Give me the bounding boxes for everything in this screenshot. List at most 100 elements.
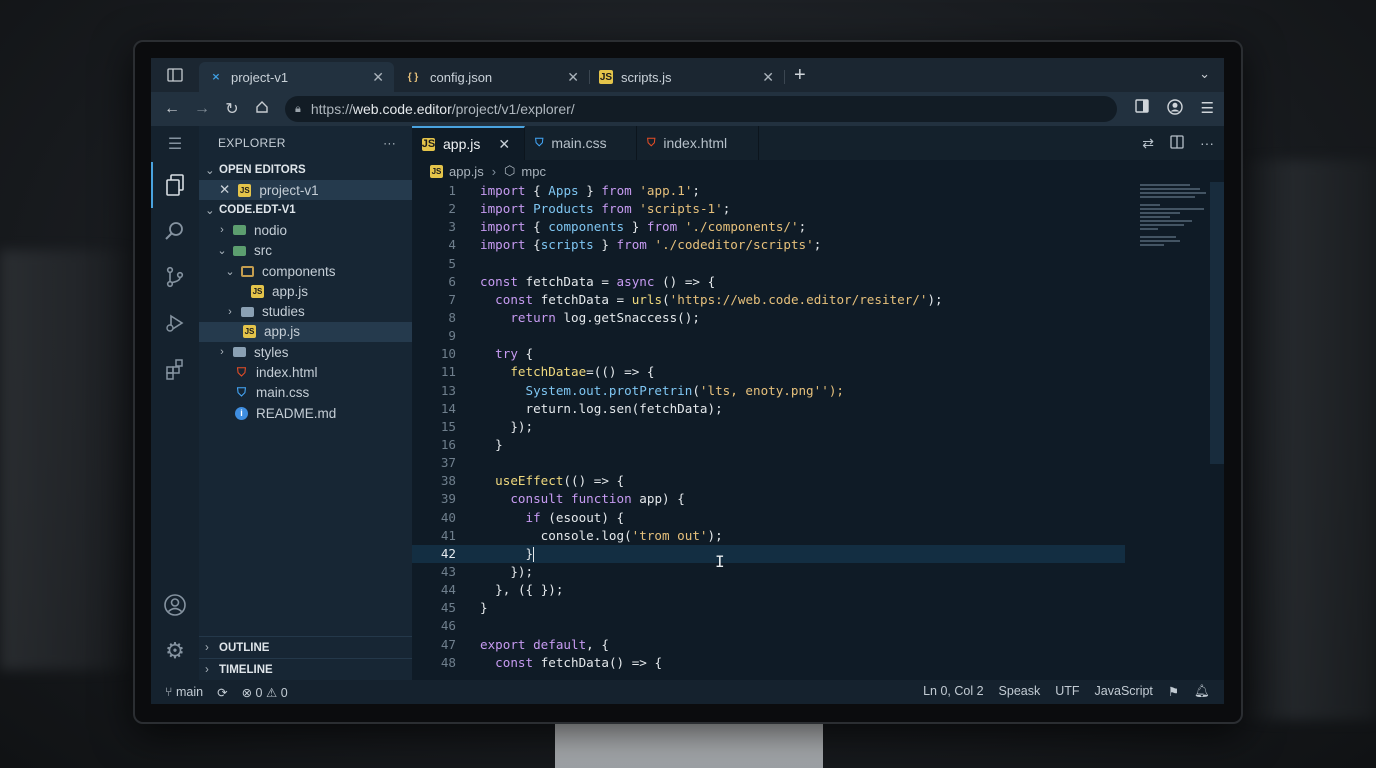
close-icon[interactable]: ✕ bbox=[498, 136, 510, 153]
tree-item-studies[interactable]: › studies bbox=[199, 301, 412, 321]
browser-tab-scripts[interactable]: JS scripts.js ✕ bbox=[589, 62, 785, 92]
code-line[interactable]: 48 const fetchData() => { bbox=[412, 654, 1224, 672]
activity-bar: ☰ ⚙ bbox=[151, 126, 199, 680]
code-line[interactable]: 38 useEffect(() => { bbox=[412, 472, 1224, 490]
code-line[interactable]: 40 if (esoout) { bbox=[412, 509, 1224, 527]
url-host: web.code.editor bbox=[352, 101, 452, 117]
code-line[interactable]: 7 const fetchData = urls('https://web.co… bbox=[412, 291, 1224, 309]
code-line[interactable]: 15 }); bbox=[412, 418, 1224, 436]
language-mode[interactable]: JavaScript bbox=[1095, 684, 1153, 699]
close-tab-icon[interactable]: ✕ bbox=[762, 69, 774, 86]
folder-icon bbox=[241, 306, 254, 317]
code-line[interactable]: 16 } bbox=[412, 436, 1224, 454]
outline-section[interactable]: › OUTLINE bbox=[199, 636, 412, 658]
tree-item-src[interactable]: ⌄ src bbox=[199, 241, 412, 261]
breadcrumb-file[interactable]: app.js bbox=[449, 164, 484, 179]
code-line[interactable]: 14 return.log.sen(fetchData); bbox=[412, 400, 1224, 418]
warning-icon: ⚠ bbox=[265, 685, 278, 700]
code-line[interactable]: 1 import { Apps } from 'app.1'; bbox=[412, 182, 1224, 200]
close-tab-icon[interactable]: ✕ bbox=[567, 69, 579, 86]
close-tab-icon[interactable]: ✕ bbox=[372, 69, 384, 86]
forward-arrow-icon[interactable]: → bbox=[187, 100, 217, 118]
line-number: 39 bbox=[440, 491, 456, 507]
compare-changes-icon[interactable]: ⇄ bbox=[1142, 135, 1154, 152]
split-editor-icon[interactable] bbox=[1170, 135, 1184, 152]
explorer-files-icon[interactable] bbox=[151, 162, 199, 208]
home-icon[interactable] bbox=[247, 100, 277, 119]
editor-tab-app-js[interactable]: JS app.js ✕ bbox=[412, 126, 526, 160]
cursor-position[interactable]: Ln 0, Col 2 bbox=[923, 684, 983, 699]
open-editors-section[interactable]: ⌄ OPEN EDITORS bbox=[199, 160, 412, 180]
tree-item-main-css[interactable]: ⛉ main.css bbox=[199, 383, 412, 403]
chevron-down-icon[interactable]: ⌄ bbox=[1199, 66, 1210, 82]
open-editor-item[interactable]: ✕ JS project-v1 bbox=[199, 180, 412, 201]
extensions-icon[interactable] bbox=[151, 346, 199, 392]
account-icon[interactable] bbox=[151, 582, 199, 628]
tree-item-readme[interactable]: i README.md bbox=[199, 403, 412, 423]
source-control-icon[interactable] bbox=[151, 254, 199, 300]
code-line[interactable]: 42 } bbox=[412, 544, 1125, 563]
code-line[interactable]: 4 import {scripts } from './codeditor/scr… bbox=[412, 236, 1224, 254]
code-line[interactable]: 39 consult function app) { bbox=[412, 490, 1224, 508]
breadcrumb-symbol[interactable]: mpc bbox=[521, 164, 546, 179]
code-line[interactable]: 41 console.log('trom out'); bbox=[412, 527, 1224, 545]
url-field[interactable]: 🔒︎ https://web.code.editor/project/v1/ex… bbox=[285, 96, 1117, 122]
close-icon[interactable]: ✕ bbox=[219, 182, 230, 198]
code-line[interactable]: 37 bbox=[412, 454, 1224, 472]
code-line[interactable]: 45} bbox=[412, 599, 1224, 617]
code-line[interactable]: 3 import { components } from './component… bbox=[412, 218, 1224, 236]
code-line[interactable]: 6 const fetchData = async () => { bbox=[412, 273, 1224, 291]
code-line[interactable]: 10 try { bbox=[412, 345, 1224, 363]
minimap[interactable] bbox=[1140, 182, 1210, 272]
tree-item-app-js[interactable]: JS app.js bbox=[199, 281, 412, 301]
feedback-icon[interactable]: ⚑ bbox=[1168, 684, 1179, 699]
search-icon[interactable] bbox=[151, 208, 199, 254]
menu-icon[interactable]: ☰ bbox=[1201, 99, 1214, 119]
problems-item[interactable]: ⊗ 0 ⚠ 0 bbox=[242, 685, 288, 700]
background-blur-left bbox=[0, 250, 140, 670]
code-line[interactable]: 5 bbox=[412, 255, 1224, 273]
tree-item-app-js-selected[interactable]: JS app.js bbox=[199, 321, 412, 343]
code-line[interactable]: 2 import Products from 'scripts-1'; bbox=[412, 200, 1224, 218]
back-arrow-icon[interactable]: ← bbox=[157, 100, 187, 118]
account-icon[interactable] bbox=[1166, 99, 1183, 119]
project-root-section[interactable]: ⌄ CODE.EDT-V1 bbox=[199, 200, 412, 220]
indentation[interactable]: Speask bbox=[999, 684, 1041, 699]
browser-tab-config[interactable]: { } config.json ✕ bbox=[394, 62, 590, 92]
reload-icon[interactable]: ↻ bbox=[217, 99, 247, 119]
tree-item-styles[interactable]: › styles bbox=[199, 342, 412, 362]
hamburger-menu-icon[interactable]: ☰ bbox=[151, 126, 199, 162]
code-line[interactable]: 44 }, ({ }); bbox=[412, 581, 1224, 599]
code-line[interactable]: 13 System.out.protPretrin('lts, enoty.pn… bbox=[412, 382, 1224, 400]
code-line[interactable]: 47 export default, { bbox=[412, 636, 1224, 654]
tree-item-nodio[interactable]: › nodio bbox=[199, 220, 412, 240]
encoding[interactable]: UTF bbox=[1055, 684, 1079, 699]
tree-item-index-html[interactable]: ⛉ index.html bbox=[199, 362, 412, 382]
activity-bottom: ⚙ bbox=[151, 582, 199, 674]
git-branch-item[interactable]: ⑂ main bbox=[165, 685, 203, 699]
editor-tab-index-html[interactable]: ⛉ index.html bbox=[637, 126, 760, 160]
sync-icon[interactable]: ⟳ bbox=[217, 685, 227, 700]
run-debug-icon[interactable] bbox=[151, 300, 199, 346]
code-text: const fetchData() => { bbox=[495, 654, 663, 670]
editor-tab-main-css[interactable]: ⛉ main.css bbox=[525, 126, 638, 160]
code-line[interactable]: 46 bbox=[412, 617, 1224, 635]
code-line[interactable]: 9 bbox=[412, 327, 1224, 345]
line-number: 43 bbox=[440, 563, 456, 579]
reader-panel-icon[interactable] bbox=[1134, 99, 1149, 119]
tree-item-components[interactable]: ⌄ components bbox=[199, 261, 412, 281]
browser-tab-project[interactable]: ⨯ project-v1 ✕ bbox=[199, 62, 394, 92]
gear-icon[interactable]: ⚙ bbox=[151, 628, 199, 674]
code-editor[interactable]: 1 import { Apps } from 'app.1'; 2 import Pr… bbox=[412, 182, 1224, 680]
timeline-section[interactable]: › TIMELINE bbox=[199, 658, 412, 680]
notifications-bell-icon[interactable]: 🔔︎ bbox=[1194, 684, 1210, 699]
new-tab-icon[interactable]: + bbox=[794, 64, 806, 87]
line-number: 16 bbox=[440, 436, 456, 452]
sidebar-toggle-icon[interactable] bbox=[151, 68, 199, 82]
code-line[interactable]: 43 }); bbox=[412, 563, 1224, 581]
more-actions-icon[interactable]: ··· bbox=[1200, 135, 1214, 152]
more-actions-icon[interactable]: ··· bbox=[383, 136, 396, 150]
code-line[interactable]: 8 return log.getSnaccess(); bbox=[412, 309, 1224, 327]
vertical-scrollbar[interactable] bbox=[1210, 182, 1224, 464]
code-line[interactable]: 11 fetchDatae=(() => { bbox=[412, 363, 1224, 381]
